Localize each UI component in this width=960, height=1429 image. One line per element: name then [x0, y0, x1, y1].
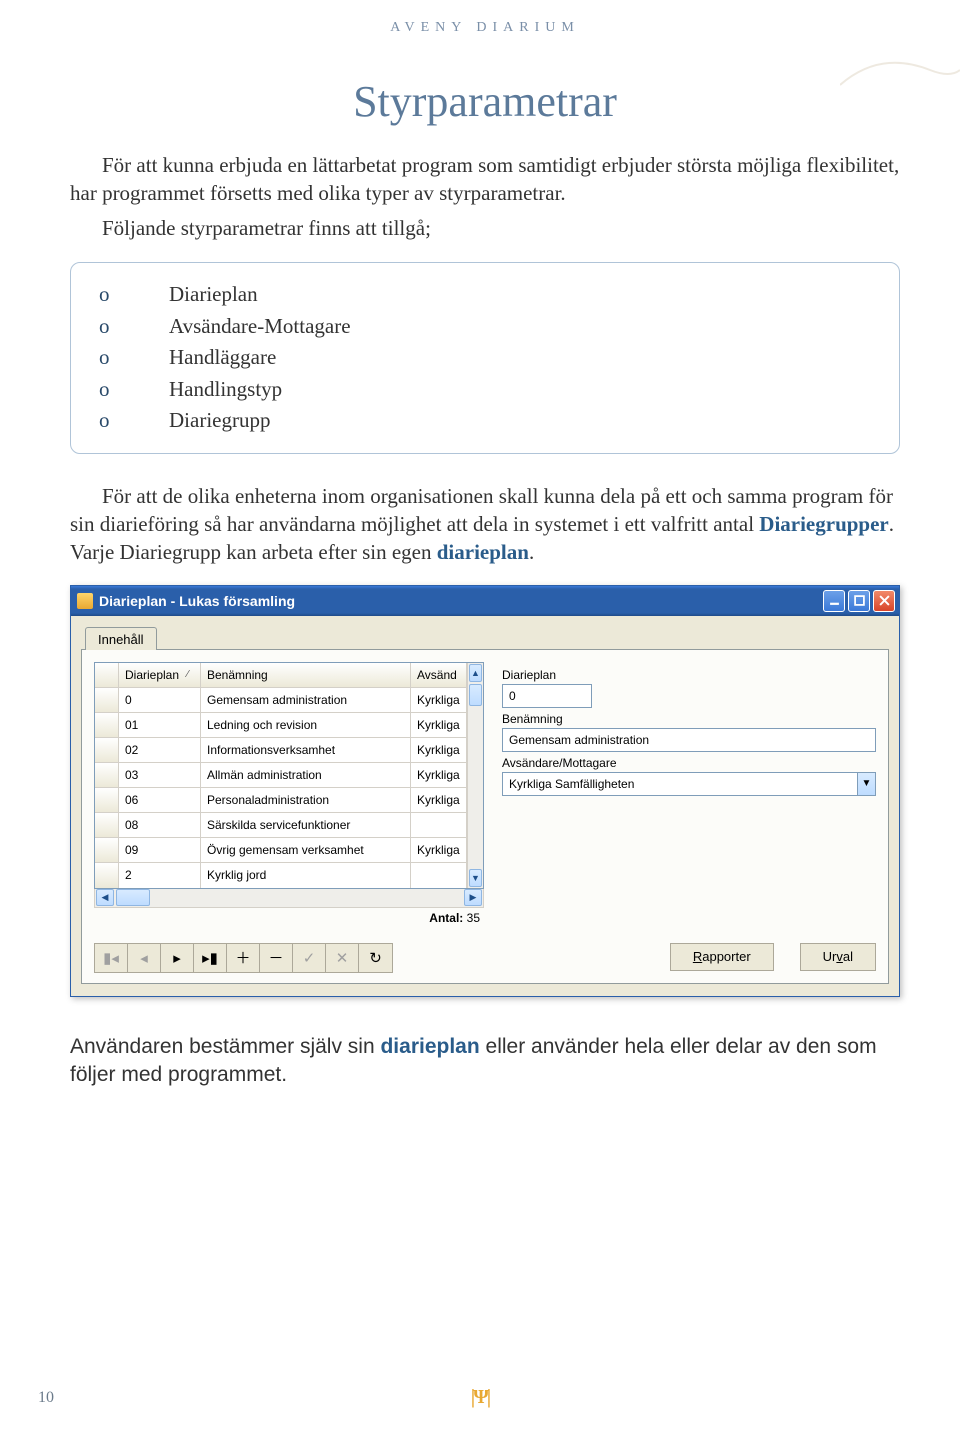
scroll-left-button[interactable]: ◀ — [96, 889, 114, 906]
table-row[interactable]: 03 Allmän administration Kyrkliga — [95, 763, 467, 788]
count-label: Antal: — [429, 911, 463, 925]
column-header-benamning[interactable]: Benämning — [201, 663, 411, 687]
body-text: . — [529, 540, 534, 564]
page-title: Styrparametrar — [70, 76, 900, 127]
table-row[interactable]: 02 Informationsverksamhet Kyrkliga — [95, 738, 467, 763]
field-benamning[interactable]: Gemensam administration — [502, 728, 876, 752]
page-header: AVENY DIARIUM — [70, 20, 900, 36]
bullet-marker: o — [99, 374, 169, 406]
intro-paragraph-2: Följande styrparametrar finns att tillgå… — [70, 214, 900, 242]
scroll-down-button[interactable]: ▼ — [469, 869, 482, 887]
bullet-marker: o — [99, 311, 169, 343]
horizontal-scrollbar[interactable]: ◀ ▶ — [94, 889, 484, 908]
detail-pane: Diarieplan 0 Benämning Gemensam administ… — [502, 662, 876, 925]
nav-next-button[interactable]: ▸ — [161, 944, 194, 972]
data-grid[interactable]: Diarieplan⁄ Benämning Avsänd 0 Gemensam … — [94, 662, 484, 889]
footer-logo-icon: |Ψ| — [471, 1386, 489, 1409]
count-value: 35 — [467, 911, 480, 925]
column-header-avsand[interactable]: Avsänd — [411, 663, 467, 687]
count-row: Antal: 35 — [94, 908, 484, 925]
bullet-marker: o — [99, 342, 169, 374]
bullet-item: Handläggare — [169, 342, 276, 374]
vertical-scrollbar[interactable]: ▲ ▼ — [467, 663, 483, 888]
scroll-up-button[interactable]: ▲ — [469, 664, 482, 682]
app-icon — [77, 593, 93, 609]
emphasis: diarieplan — [437, 540, 529, 564]
field-label-diarieplan: Diarieplan — [502, 668, 876, 682]
content-panel: Diarieplan⁄ Benämning Avsänd 0 Gemensam … — [81, 649, 889, 984]
field-label-avsandare: Avsändare/Mottagare — [502, 756, 876, 770]
scroll-right-button[interactable]: ▶ — [464, 889, 482, 906]
combo-value[interactable]: Kyrkliga Samfälligheten — [502, 772, 857, 796]
sort-indicator-icon: ⁄ — [187, 669, 189, 680]
nav-delete-button[interactable]: － — [260, 944, 293, 972]
body-paragraph: För att de olika enheterna inom organisa… — [70, 482, 900, 567]
maximize-button[interactable] — [848, 590, 870, 612]
row-header[interactable] — [95, 663, 119, 687]
tab-innehall[interactable]: Innehåll — [85, 627, 157, 650]
column-header-diarieplan[interactable]: Diarieplan⁄ — [119, 663, 201, 687]
footer-paragraph: Användaren bestämmer själv sin diariepla… — [70, 1033, 900, 1090]
combo-avsandare[interactable]: Kyrkliga Samfälligheten ▼ — [502, 772, 876, 796]
bullet-item: Diariegrupp — [169, 405, 270, 437]
scroll-thumb[interactable] — [116, 889, 150, 906]
titlebar[interactable]: Diarieplan - Lukas församling — [71, 586, 899, 616]
table-row[interactable]: 09 Övrig gemensam verksamhet Kyrkliga — [95, 838, 467, 863]
field-label-benamning: Benämning — [502, 712, 876, 726]
nav-add-button[interactable]: ＋ — [227, 944, 260, 972]
intro-paragraph-1: För att kunna erbjuda en lättarbetat pro… — [70, 151, 900, 208]
bullet-list: oDiarieplan oAvsändare-Mottagare oHandlä… — [70, 262, 900, 454]
window-title: Diarieplan - Lukas församling — [99, 593, 295, 609]
nav-refresh-button[interactable]: ↻ — [359, 944, 392, 972]
bullet-item: Diarieplan — [169, 279, 258, 311]
close-button[interactable] — [873, 590, 895, 612]
emphasis: diarieplan — [380, 1035, 479, 1058]
table-row[interactable]: 2 Kyrklig jord — [95, 863, 467, 888]
record-navigator: ▮◂ ◂ ▸ ▸▮ ＋ － ✓ ✕ ↻ — [94, 943, 393, 973]
bullet-item: Handlingstyp — [169, 374, 282, 406]
page-number: 10 — [38, 1389, 54, 1407]
table-row[interactable]: 06 Personaladministration Kyrkliga — [95, 788, 467, 813]
minimize-button[interactable] — [823, 590, 845, 612]
nav-first-button[interactable]: ▮◂ — [95, 944, 128, 972]
nav-last-button[interactable]: ▸▮ — [194, 944, 227, 972]
bullet-marker: o — [99, 279, 169, 311]
bullet-item: Avsändare-Mottagare — [169, 311, 351, 343]
table-row[interactable]: 01 Ledning och revision Kyrkliga — [95, 713, 467, 738]
scroll-thumb[interactable] — [469, 684, 482, 706]
chevron-down-icon[interactable]: ▼ — [857, 772, 876, 796]
urval-button[interactable]: Urval — [800, 943, 876, 971]
decorative-swash — [840, 40, 960, 100]
rapporter-button[interactable]: Rapporter — [670, 943, 774, 971]
app-window: Diarieplan - Lukas församling Innehåll — [70, 585, 900, 997]
bullet-marker: o — [99, 405, 169, 437]
emphasis: Diariegrupper — [759, 512, 888, 536]
nav-prev-button[interactable]: ◂ — [128, 944, 161, 972]
table-row[interactable]: 08 Särskilda servicefunktioner — [95, 813, 467, 838]
field-diarieplan[interactable]: 0 — [502, 684, 592, 708]
nav-save-button[interactable]: ✓ — [293, 944, 326, 972]
nav-cancel-button[interactable]: ✕ — [326, 944, 359, 972]
table-row[interactable]: 0 Gemensam administration Kyrkliga — [95, 688, 467, 713]
